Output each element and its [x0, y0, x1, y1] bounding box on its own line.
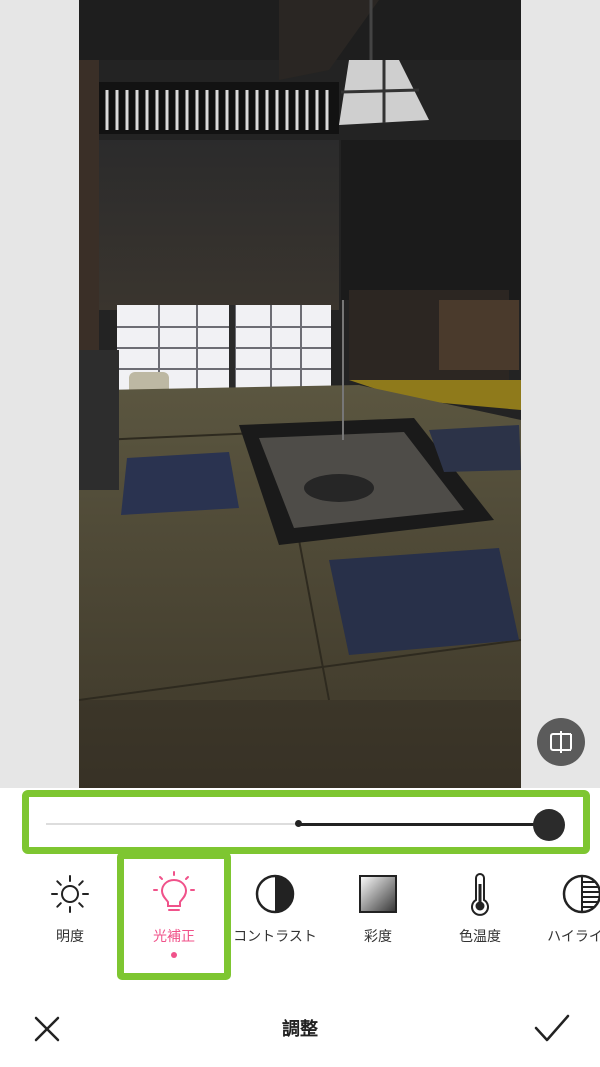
slider-fill [297, 823, 549, 826]
compare-icon [550, 731, 572, 753]
lightbulb-icon [153, 871, 195, 911]
gradient-square-icon [359, 875, 397, 913]
panel-title: 調整 [282, 1019, 318, 1040]
tool-saturation[interactable]: 彩度 [328, 870, 428, 980]
tool-temperature[interactable]: 色温度 [430, 870, 530, 980]
sun-icon [51, 875, 89, 913]
active-indicator-dot [171, 952, 177, 958]
slider-center-marker [294, 820, 302, 827]
half-circle-icon [255, 874, 295, 914]
tool-exposure[interactable]: 光補正 [124, 870, 224, 980]
tool-highlight[interactable]: ハイライト [532, 870, 600, 980]
checkmark-icon[interactable] [532, 1010, 572, 1046]
adjust-slider[interactable] [22, 790, 590, 854]
photo-canvas-area [0, 0, 600, 790]
adjust-tools-list: 明度 光補正 コントラスト 彩度 色温度 ハイライ [0, 870, 600, 980]
compare-button[interactable] [537, 718, 585, 766]
photo-preview [79, 0, 521, 790]
bottom-action-bar: 調整 [0, 990, 600, 1067]
tool-label: ハイライト [547, 929, 600, 945]
striped-circle-icon [562, 874, 600, 914]
slider-thumb[interactable] [533, 809, 565, 841]
tool-brightness[interactable]: 明度 [20, 870, 120, 980]
thermometer-icon [471, 873, 489, 916]
tool-contrast[interactable]: コントラスト [225, 870, 325, 980]
